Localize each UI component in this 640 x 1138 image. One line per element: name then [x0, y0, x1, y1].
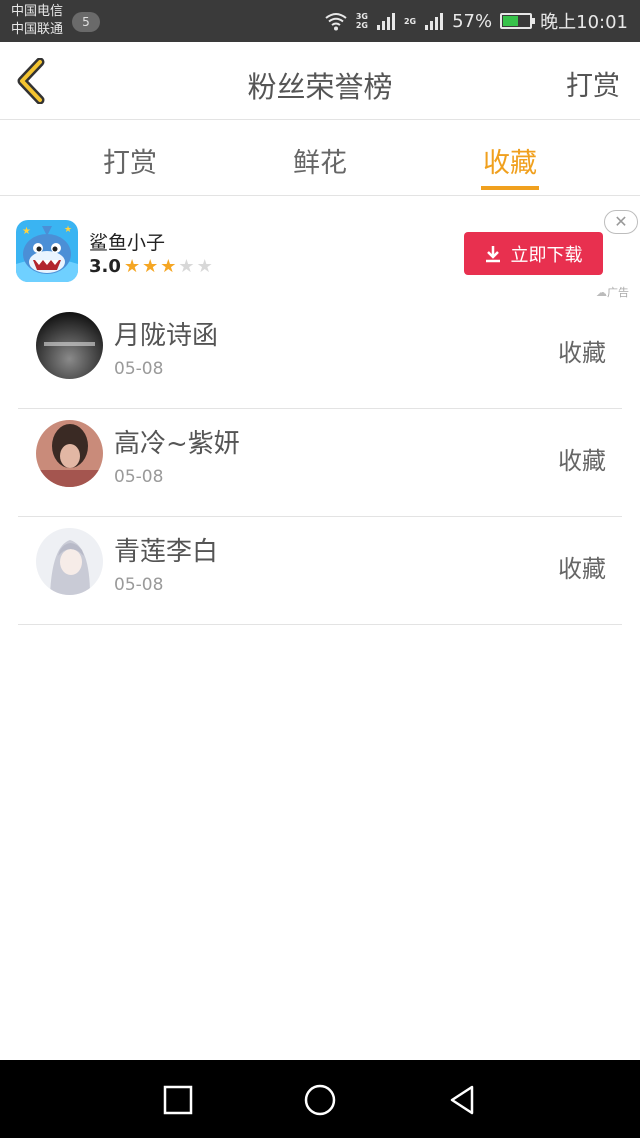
user-name: 月陇诗函	[114, 321, 219, 351]
carrier-2: 中国联通	[11, 22, 64, 37]
download-icon	[485, 245, 500, 262]
net-label-3: 2G	[403, 16, 417, 26]
home-button[interactable]	[300, 1080, 340, 1120]
carrier-labels: 中国电信 中国联通	[11, 3, 63, 39]
row-action-label: 收藏	[558, 447, 606, 475]
ad-close-button[interactable]: ✕	[604, 210, 638, 234]
avatar[interactable]	[36, 312, 103, 379]
avatar-image	[36, 312, 103, 379]
row-date: 05-08	[114, 467, 164, 487]
download-button-label: 立即下载	[510, 244, 583, 266]
star-icon: ★	[142, 256, 161, 277]
list-item[interactable]: 青莲李白 05-08 收藏	[18, 517, 622, 625]
battery-fill	[503, 16, 518, 26]
download-button[interactable]: 立即下载	[464, 232, 603, 275]
cloud-icon: ☁	[596, 286, 607, 299]
header: 粉丝荣誉榜 打赏	[0, 42, 640, 120]
ad-app-name: 鲨鱼小子	[89, 232, 166, 254]
page-title: 粉丝荣誉榜	[247, 70, 393, 104]
net-label-2: 2G	[355, 21, 368, 30]
notification-count-badge: 5	[72, 12, 100, 32]
tab-reward[interactable]: 打赏	[70, 141, 190, 180]
star-icon: ★	[160, 256, 179, 277]
favorites-list: 月陇诗函 05-08 收藏 高冷~紫妍 05-08 收藏 青莲李白 05-08	[0, 301, 640, 625]
active-tab-indicator	[481, 186, 539, 190]
signal-icon-2	[425, 13, 444, 30]
battery-percent: 57%	[452, 10, 493, 32]
svg-text:★: ★	[64, 225, 72, 235]
app-icon[interactable]: ★ ★	[16, 220, 78, 282]
tab-bar: 打赏 鲜花 收藏	[0, 121, 640, 196]
back-nav-button[interactable]	[442, 1080, 482, 1120]
star-rating: ★★★★★	[124, 256, 215, 277]
row-action-label: 收藏	[558, 555, 606, 583]
status-bar: 中国电信 中国联通 5 3G 2G 2G 57% 晚上10:01	[0, 0, 640, 42]
list-item[interactable]: 月陇诗函 05-08 收藏	[18, 301, 622, 409]
user-name: 高冷~紫妍	[114, 429, 240, 459]
avatar-image	[36, 528, 103, 595]
ad-rating-value: 3.0	[89, 256, 121, 277]
row-date: 05-08	[114, 575, 164, 595]
system-nav-bar	[0, 1060, 640, 1138]
tab-favorites[interactable]: 收藏	[450, 141, 570, 180]
star-icon: ★	[196, 256, 215, 277]
tab-flowers[interactable]: 鲜花	[260, 141, 380, 180]
recent-apps-button[interactable]	[158, 1080, 198, 1120]
triangle-back-icon	[450, 1085, 474, 1115]
svg-text:★: ★	[22, 226, 31, 237]
avatar[interactable]	[36, 420, 103, 487]
star-icon: ★	[178, 256, 197, 277]
row-action-label: 收藏	[558, 339, 606, 367]
avatar-image	[36, 420, 103, 487]
circle-icon	[304, 1084, 336, 1116]
net-label-1: 3G	[355, 12, 368, 21]
signal-icon	[376, 13, 395, 30]
avatar[interactable]	[36, 528, 103, 595]
reward-button[interactable]: 打赏	[566, 64, 620, 103]
status-icons: 3G 2G 2G 57% 晚上10:01	[324, 0, 628, 42]
ad-banner[interactable]: ★ ★ 鲨鱼小子 3.0 ★★★★★ 立即下载 ✕ ☁广告	[0, 196, 640, 301]
clock: 晚上10:01	[540, 12, 628, 33]
user-name: 青莲李白	[114, 537, 219, 567]
carrier-1: 中国电信	[11, 4, 64, 19]
wifi-icon	[325, 13, 347, 31]
row-date: 05-08	[114, 359, 164, 379]
shark-app-icon: ★ ★	[16, 220, 78, 282]
ad-label-text: 广告	[607, 286, 629, 299]
ad-label: ☁广告	[596, 284, 629, 300]
close-icon: ✕	[614, 212, 628, 231]
network-type-1: 3G 2G	[356, 12, 368, 30]
square-icon	[163, 1085, 193, 1115]
list-item[interactable]: 高冷~紫妍 05-08 收藏	[18, 409, 622, 517]
battery-icon	[500, 13, 536, 29]
star-icon: ★	[124, 256, 143, 277]
